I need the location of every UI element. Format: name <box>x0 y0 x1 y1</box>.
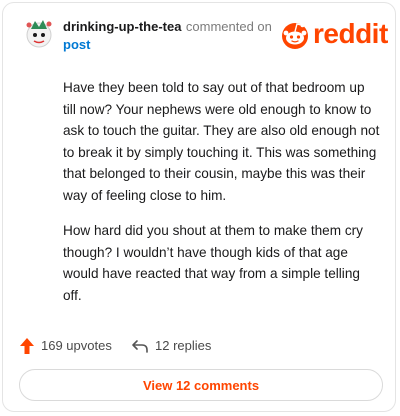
comment-paragraph-1: Have they been told to say out of that b… <box>63 80 380 203</box>
avatar[interactable] <box>21 15 57 51</box>
upvote-count: 169 upvotes <box>41 338 112 353</box>
post-link[interactable]: post <box>63 36 293 54</box>
reddit-logo-icon <box>282 23 308 49</box>
reddit-logo[interactable]: reddit <box>279 17 389 51</box>
comment-paragraph-2: How hard did you shout at them to make t… <box>63 223 363 303</box>
comment-meta: drinking-up-the-tea commented on post <box>63 18 293 54</box>
comment-header: drinking-up-the-tea commented on post re… <box>17 13 389 57</box>
reddit-wordmark: reddit <box>313 18 388 49</box>
view-comments-button[interactable]: View 12 comments <box>19 369 383 401</box>
reply-arrow-icon <box>132 340 148 353</box>
replies-count: 12 replies <box>155 338 212 353</box>
comment-actions: 169 upvotes 12 replies <box>19 335 379 357</box>
comment-body: Have they been told to say out of that b… <box>63 77 381 320</box>
replies-button[interactable]: 12 replies <box>131 335 211 357</box>
username[interactable]: drinking-up-the-tea <box>63 19 181 34</box>
upvote-arrow-icon <box>20 338 34 354</box>
upvote-button[interactable]: 169 upvotes <box>19 335 112 357</box>
comment-card: drinking-up-the-tea commented on post re… <box>2 2 396 412</box>
commented-on-label: commented on <box>185 19 272 34</box>
